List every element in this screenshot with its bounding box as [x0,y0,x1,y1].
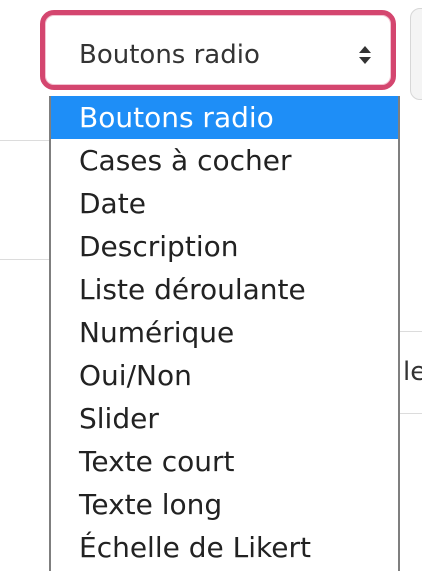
dropdown-option-liste-deroulante[interactable]: Liste déroulante [51,268,398,311]
dropdown-option-oui-non[interactable]: Oui/Non [51,354,398,397]
background-text-fragment: le [403,357,422,387]
background-divider [0,259,49,260]
dropdown-option-date[interactable]: Date [51,182,398,225]
up-down-arrows-icon [358,45,372,65]
background-divider [400,413,422,414]
select-current-value: Boutons radio [79,40,260,70]
dropdown-option-texte-court[interactable]: Texte court [51,440,398,483]
question-type-select[interactable]: Boutons radio [40,10,396,90]
background-divider [400,331,422,332]
dropdown-option-cases-a-cocher[interactable]: Cases à cocher [51,139,398,182]
dropdown-option-echelle-de-likert[interactable]: Échelle de Likert [51,526,398,569]
dropdown-option-texte-long[interactable]: Texte long [51,483,398,526]
question-type-dropdown[interactable]: Boutons radio Cases à cocher Date Descri… [49,96,400,571]
dropdown-option-description[interactable]: Description [51,225,398,268]
dropdown-option-slider[interactable]: Slider [51,397,398,440]
dropdown-option-numerique[interactable]: Numérique [51,311,398,354]
background-divider [0,140,49,141]
background-control [410,8,422,100]
dropdown-option-boutons-radio[interactable]: Boutons radio [51,96,398,139]
